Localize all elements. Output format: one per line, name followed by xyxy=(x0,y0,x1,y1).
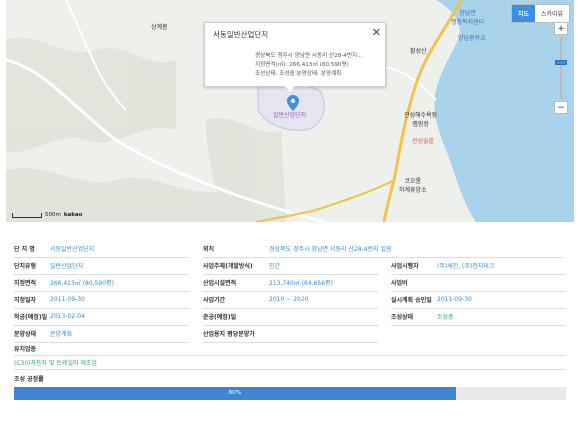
location-pin-icon[interactable] xyxy=(287,95,299,111)
info-key: 준공(예정)일 xyxy=(203,314,237,321)
info-cell: 단 지 명 서동일반산업단지 xyxy=(14,240,189,258)
popup-area: 지정면적(㎡): 266,413㎡ (80,590평) xyxy=(255,62,349,68)
industry-key: 유치업종 xyxy=(14,346,37,353)
scale-label: 500m xyxy=(45,212,61,218)
info-key: 사업시행자 xyxy=(391,263,419,270)
map-label-hwangseong: 황성산 xyxy=(410,48,427,55)
info-cell: 지정면적 266,413㎡ (80,590평) xyxy=(14,274,189,292)
info-key: 착공(예정)일 xyxy=(14,314,48,321)
info-popup: 서동일반산업단지 ✕ 경상북도 경주시 양남면 서동리 산28-4번지... 지… xyxy=(204,22,386,92)
info-key: 사업기간 xyxy=(203,297,226,304)
industry-value: (C30)자동차 및 트레일러 제조업 xyxy=(14,360,97,367)
info-value: 266,413㎡ (80,590평) xyxy=(50,280,114,287)
info-value: 2013-02-04 xyxy=(50,313,85,320)
info-value: 2011-09-30 xyxy=(437,296,472,303)
info-cell: 단지유형 일반산업단지 xyxy=(14,257,189,275)
progress-label: 80% xyxy=(228,390,242,396)
popup-status: 조성상태: 조성중 분양상태: 분양계획 xyxy=(255,71,342,77)
map-type-map-button[interactable]: 지도 xyxy=(511,5,535,22)
map-label-koolon: 코오롱 하계휴양소 xyxy=(399,178,427,194)
info-value: 2011-09-30 xyxy=(50,296,85,303)
map-label-beach: 관성해수욕장 캠핑장 xyxy=(404,112,438,128)
map-label-office: 양남면 행정복지센터 xyxy=(451,10,485,26)
info-cell: 사업비 xyxy=(391,274,566,292)
info-cell: 분양상태 분양계획 xyxy=(14,325,189,343)
scale-bar xyxy=(12,213,42,218)
zoom-handle[interactable] xyxy=(555,60,567,65)
map-label-solbat: 관성솔밭 xyxy=(412,138,435,145)
popup-tail xyxy=(285,86,295,92)
info-value: 경상북도 경주시 양남면 서동리 산28-4번지 일원 xyxy=(269,246,392,253)
info-key: 사업비 xyxy=(391,280,408,287)
info-cell: 착공(예정)일 2013-02-04 xyxy=(14,308,189,326)
map-type-toggle[interactable]: 지도 스카이뷰 xyxy=(510,4,570,23)
progress-title: 조성 공정률 xyxy=(14,376,44,383)
info-key: 위치 xyxy=(203,246,215,253)
zoom-track[interactable] xyxy=(560,37,562,99)
info-value: 일반산업단지 xyxy=(50,263,84,270)
info-cell: 조성상태 조성중 xyxy=(391,308,566,326)
info-value: 민간 xyxy=(269,263,281,270)
info-value: (주)세진, (주)천지테크 xyxy=(437,263,495,270)
info-key: 산업시설면적 xyxy=(203,280,237,287)
info-key: 지정일자 xyxy=(14,297,37,304)
info-key: 조성상태 xyxy=(391,314,414,321)
industry-row: 유치업종 xyxy=(14,342,566,356)
progress-bar: 80% xyxy=(14,387,566,400)
info-value: 조성중 xyxy=(437,314,454,321)
info-key: 실시계획 승인일 xyxy=(391,297,432,304)
map-view[interactable]: 상계봉 양남면 행정복지센터 양남중학교 황성산 일반산업단지 관성해수욕장 캠… xyxy=(6,0,574,222)
map-type-skyview-button[interactable]: 스카이뷰 xyxy=(535,5,569,22)
info-key: 지정면적 xyxy=(14,280,37,287)
info-cell: 준공(예정)일 xyxy=(203,308,378,326)
info-cell: 지정일자 2011-09-30 xyxy=(14,291,189,309)
info-value: 서동일반산업단지 xyxy=(50,246,95,253)
info-key: 사업주체(개발방식) xyxy=(203,263,253,270)
map-label-school: 양남중학교 xyxy=(458,35,486,42)
zoom-out-button[interactable]: − xyxy=(554,101,568,114)
map-label-sanggyebong: 상계봉 xyxy=(151,24,168,31)
map-label-industrial: 일반산업단지 xyxy=(273,112,307,119)
info-key: 산업용지 평당분양가 xyxy=(203,331,255,338)
info-value: 213,740㎡ (64,656평) xyxy=(269,280,333,287)
info-cell: 산업시설면적 213,740㎡ (64,656평) xyxy=(203,274,378,292)
industry-value-row: (C30)자동차 및 트레일러 제조업 xyxy=(14,356,566,370)
close-icon[interactable]: ✕ xyxy=(372,26,381,39)
zoom-control[interactable]: + − xyxy=(554,22,568,114)
info-cell: 산업용지 평당분양가 xyxy=(203,325,378,343)
info-key: 분양상태 xyxy=(14,331,37,338)
info-key: 단지유형 xyxy=(14,263,37,270)
info-value: 2010 ~ 2020 xyxy=(269,296,309,303)
info-cell: 실시계획 승인일 2011-09-30 xyxy=(391,291,566,309)
info-value: 분양계획 xyxy=(50,331,73,338)
popup-address: 경상북도 경주시 양남면 서동리 산28-4번지... xyxy=(255,53,363,59)
zoom-in-button[interactable]: + xyxy=(554,22,568,35)
info-cell: 사업시행자 (주)세진, (주)천지테크 xyxy=(391,257,566,275)
info-cell: 사업기간 2010 ~ 2020 xyxy=(203,291,378,309)
info-key: 단 지 명 xyxy=(14,246,35,253)
info-cell: 위치 경상북도 경주시 양남면 서동리 산28-4번지 일원 xyxy=(203,240,563,258)
kakao-logo: kakao xyxy=(63,212,83,218)
info-cell: 사업주체(개발방식) 민간 xyxy=(203,257,378,275)
map-scale: 500m kakao xyxy=(12,212,82,218)
popup-title: 서동일반산업단지 xyxy=(213,30,269,39)
